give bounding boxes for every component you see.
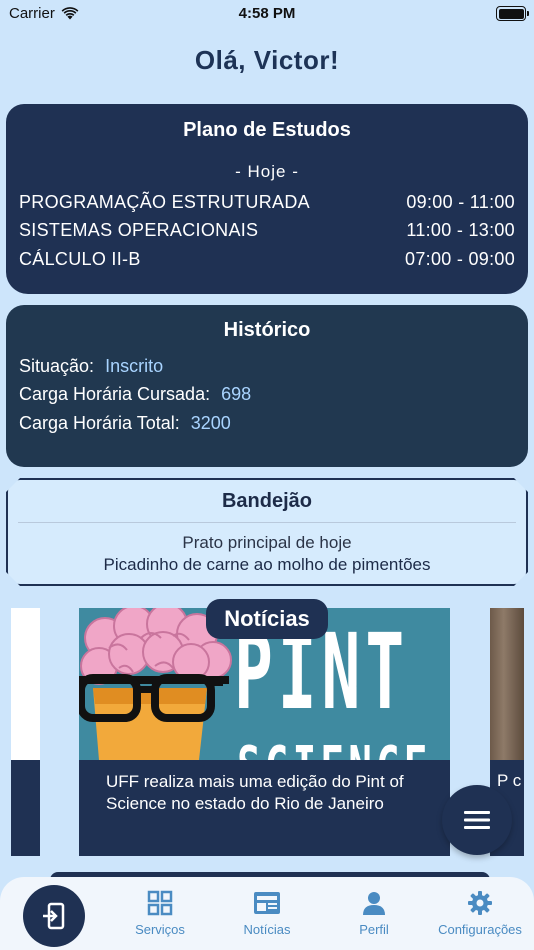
login-icon	[43, 902, 65, 930]
status-bar: Carrier 4:58 PM	[0, 0, 534, 28]
history-title: Histórico	[223, 319, 311, 341]
clock: 4:58 PM	[238, 5, 296, 22]
cafeteria-title: Bandejão	[221, 490, 313, 512]
news-card-previous[interactable]	[11, 608, 40, 856]
nav-item-servicos[interactable]: Serviços	[130, 890, 190, 937]
nav-item-configuracoes[interactable]: Configurações	[430, 890, 530, 937]
news-caption: UFF realiza mais uma edição do Pint of S…	[79, 760, 450, 856]
class-time: 11:00 - 13:00	[406, 220, 515, 241]
study-plan-card[interactable]: Plano de Estudos - Hoje - PROGRAMAÇÃO ES…	[6, 104, 528, 294]
divider	[18, 522, 516, 523]
situation-row: Situação: Inscrito	[6, 352, 528, 381]
hours-total-value: 3200	[190, 412, 231, 433]
home-button[interactable]	[23, 885, 85, 947]
class-name: SISTEMAS OPERACIONAIS	[19, 220, 259, 241]
class-row: SISTEMAS OPERACIONAIS 11:00 - 13:00	[6, 217, 528, 246]
nav-item-perfil[interactable]: Perfil	[344, 890, 404, 937]
news-section-title: Notícias	[206, 599, 328, 639]
nav-label: Perfil	[359, 922, 389, 937]
hours-completed-value: 698	[221, 384, 252, 405]
history-card[interactable]: Histórico Situação: Inscrito Carga Horár…	[6, 305, 528, 467]
situation-value: Inscrito	[105, 355, 164, 376]
class-name: PROGRAMAÇÃO ESTRUTURADA	[19, 191, 310, 212]
class-row: CÁLCULO II-B 07:00 - 09:00	[6, 245, 528, 274]
greeting-title: Olá, Victor!	[194, 45, 340, 75]
news-card[interactable]: PINT OF SCIENCE UFF realiza mais uma edi…	[79, 608, 450, 856]
nav-label: Notícias	[243, 922, 291, 937]
newspaper-icon	[254, 892, 280, 914]
meal-label: Prato principal de hoje	[182, 533, 352, 552]
news-image	[490, 608, 524, 760]
meal-name: Picadinho de carne ao molho de pimentões	[103, 555, 431, 574]
hours-completed-row: Carga Horária Cursada: 698	[6, 381, 528, 410]
today-label: - Hoje -	[235, 162, 299, 181]
class-name: CÁLCULO II-B	[19, 248, 141, 269]
news-image	[11, 608, 40, 760]
situation-label: Situação:	[19, 355, 95, 376]
cafeteria-card[interactable]: Bandejão Prato principal de hoje Picadin…	[6, 478, 528, 586]
gear-icon	[468, 891, 492, 915]
study-plan-title: Plano de Estudos	[183, 119, 351, 141]
news-image-subtitle: SCIENCE	[237, 740, 432, 761]
menu-button[interactable]	[442, 785, 512, 855]
class-time: 09:00 - 11:00	[406, 191, 515, 212]
hours-total-label: Carga Horária Total:	[19, 412, 180, 433]
nav-label: Serviços	[135, 922, 185, 937]
hours-completed-label: Carga Horária Cursada:	[19, 384, 211, 405]
nav-item-noticias[interactable]: Notícias	[237, 890, 297, 937]
person-icon	[363, 892, 385, 915]
menu-icon	[464, 811, 490, 829]
battery-icon	[496, 6, 529, 21]
nav-label: Configurações	[438, 922, 522, 937]
class-row: PROGRAMAÇÃO ESTRUTURADA 09:00 - 11:00	[6, 188, 528, 217]
news-caption-box	[11, 760, 40, 856]
class-time: 07:00 - 09:00	[405, 248, 515, 269]
hours-total-row: Carga Horária Total: 3200	[6, 409, 528, 438]
grid-icon	[147, 890, 173, 916]
